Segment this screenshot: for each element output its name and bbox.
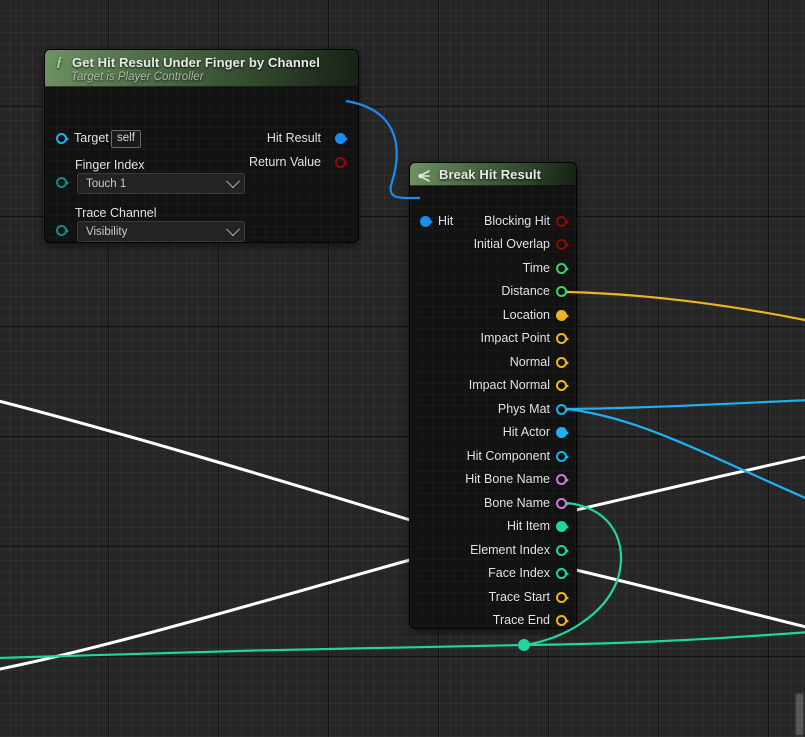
pin-impact-point[interactable]	[556, 333, 567, 344]
node-header[interactable]: Break Hit Result	[410, 163, 576, 186]
pin-row-distance: Distance	[410, 284, 576, 300]
pin-face-index[interactable]	[556, 568, 567, 579]
pin-return-value[interactable]	[335, 157, 346, 168]
pin-hit-bone-name[interactable]	[556, 474, 567, 485]
wire-exec-wire-upper-tail	[576, 570, 805, 628]
pin-label-initial-overlap: Initial Overlap	[474, 237, 550, 251]
blueprint-graph-canvas[interactable]: ƒ Get Hit Result Under Finger by Channel…	[0, 0, 805, 737]
pin-label-impact-point: Impact Point	[481, 331, 550, 345]
finger-index-dropdown[interactable]: Touch 1	[77, 173, 245, 194]
pin-element-index[interactable]	[556, 545, 567, 556]
wire-location-out	[567, 292, 805, 321]
pin-hit[interactable]	[420, 216, 431, 227]
pin-row-initial-overlap: Initial Overlap	[410, 237, 576, 253]
pin-row-hit-component: Hit Component	[410, 449, 576, 465]
pin-blocking-hit[interactable]	[556, 216, 567, 227]
field-label-trace-channel: Trace Channel	[75, 206, 157, 220]
pin-normal[interactable]	[556, 357, 567, 368]
pin-phys-mat[interactable]	[556, 404, 567, 415]
node-header[interactable]: ƒ Get Hit Result Under Finger by Channel…	[45, 50, 358, 87]
pin-row-trace-end: Trace End	[410, 613, 576, 628]
pin-row-time: Time	[410, 261, 576, 277]
pin-label-time: Time	[523, 261, 550, 275]
pin-label-hit-item: Hit Item	[507, 519, 550, 533]
pin-location[interactable]	[556, 310, 567, 321]
pin-label-hit-actor: Hit Actor	[503, 425, 550, 439]
pin-label-hit-component: Hit Component	[467, 449, 550, 463]
pin-row-target: Target self Hit Result	[45, 131, 358, 147]
pin-row-phys-mat: Phys Mat	[410, 402, 576, 418]
node-break-hit-result[interactable]: Break Hit Result Hit Blocking Hit Initia…	[410, 163, 576, 628]
chevron-down-icon	[226, 222, 240, 236]
pin-label-blocking-hit: Blocking Hit	[484, 214, 550, 228]
pin-bone-name[interactable]	[556, 498, 567, 509]
scrollbar-thumb[interactable]	[796, 694, 803, 735]
pin-time[interactable]	[556, 263, 567, 274]
pin-impact-normal[interactable]	[556, 380, 567, 391]
pin-label-target: Target	[74, 131, 109, 145]
pin-row-hit: Hit Blocking Hit	[410, 214, 576, 230]
pin-row-face-index: Face Index	[410, 566, 576, 582]
target-self-field[interactable]: self	[111, 130, 141, 148]
node-get-hit-result-under-finger-by-channel[interactable]: ƒ Get Hit Result Under Finger by Channel…	[45, 50, 358, 242]
field-label-finger-index: Finger Index	[75, 158, 144, 172]
wire-exec-wire-upper	[0, 400, 410, 520]
pin-label-trace-end: Trace End	[493, 613, 550, 627]
pin-row-impact-point: Impact Point	[410, 331, 576, 347]
wire-teal-passthrough-left	[0, 645, 524, 658]
pin-trace-end[interactable]	[556, 615, 567, 626]
node-subtitle: Target is Player Controller	[71, 71, 348, 83]
trace-channel-value: Visibility	[86, 226, 127, 238]
pin-row-normal: Normal	[410, 355, 576, 371]
pin-row-element-index: Element Index	[410, 543, 576, 559]
pin-label-normal: Normal	[510, 355, 550, 369]
wire-hit-actor-out-b	[567, 409, 805, 500]
break-struct-icon	[418, 169, 432, 181]
pin-hit-actor[interactable]	[556, 427, 567, 438]
pin-trace-channel[interactable]	[56, 225, 67, 236]
pin-label-hit-result: Hit Result	[267, 131, 321, 145]
pin-target[interactable]	[56, 133, 67, 144]
pin-label-face-index: Face Index	[488, 566, 550, 580]
pin-finger-index[interactable]	[56, 177, 67, 188]
pin-label-return-value: Return Value	[249, 155, 321, 169]
pin-row-impact-normal: Impact Normal	[410, 378, 576, 394]
trace-channel-dropdown[interactable]: Visibility	[77, 221, 245, 242]
pin-initial-overlap[interactable]	[556, 239, 567, 250]
pin-label-location: Location	[503, 308, 550, 322]
pin-row-hit-actor: Hit Actor	[410, 425, 576, 441]
pin-row-trace-start: Trace Start	[410, 590, 576, 606]
pin-label-impact-normal: Impact Normal	[469, 378, 550, 392]
pin-hit-item[interactable]	[556, 521, 567, 532]
pin-row-bone-name: Bone Name	[410, 496, 576, 512]
pin-label-element-index: Element Index	[470, 543, 550, 557]
pin-distance[interactable]	[556, 286, 567, 297]
chevron-down-icon	[226, 174, 240, 188]
wire-exec-wire-lower-tail	[576, 456, 805, 510]
pin-label-distance: Distance	[501, 284, 550, 298]
pin-row-hit-bone-name: Hit Bone Name	[410, 472, 576, 488]
wire-teal-passthrough-right	[524, 632, 805, 645]
pin-label-trace-start: Trace Start	[489, 590, 550, 604]
pin-hit-component[interactable]	[556, 451, 567, 462]
wire-hit-actor-out-a	[567, 400, 805, 409]
pin-row-location: Location	[410, 308, 576, 324]
reroute-node-teal[interactable]	[518, 639, 530, 651]
function-f-icon: ƒ	[54, 56, 65, 69]
vertical-scrollbar[interactable]	[794, 692, 805, 737]
pin-label-bone-name: Bone Name	[484, 496, 550, 510]
pin-row-hit-item: Hit Item	[410, 519, 576, 535]
pin-label-hit: Hit	[438, 214, 453, 228]
node-title: Get Hit Result Under Finger by Channel	[72, 55, 320, 70]
pin-trace-start[interactable]	[556, 592, 567, 603]
finger-index-value: Touch 1	[86, 178, 126, 190]
wire-exec-wire-lower	[0, 560, 410, 670]
node-title: Break Hit Result	[439, 167, 541, 182]
pin-label-hit-bone-name: Hit Bone Name	[465, 472, 550, 486]
pin-label-phys-mat: Phys Mat	[498, 402, 550, 416]
pin-hit-result[interactable]	[335, 133, 346, 144]
